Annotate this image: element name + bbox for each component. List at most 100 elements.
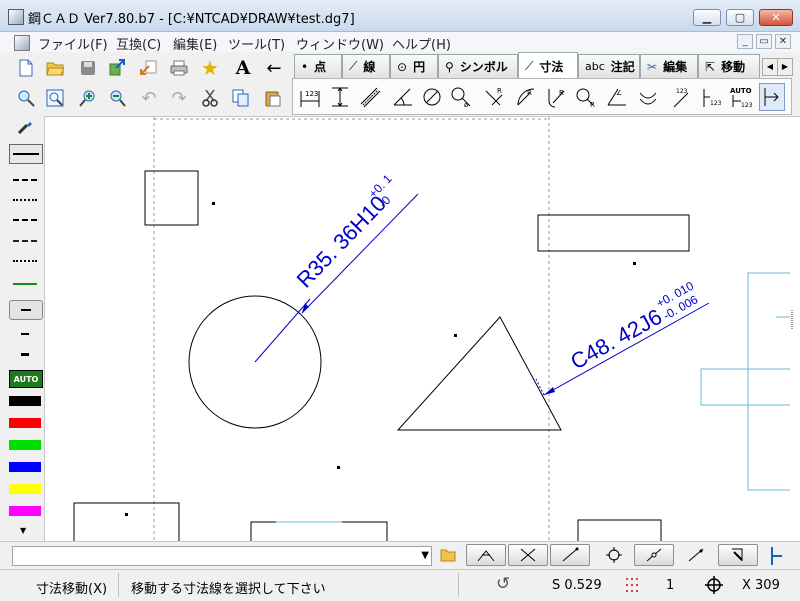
- line-weight-medium[interactable]: [9, 300, 43, 320]
- snap-midpoint-button[interactable]: [550, 544, 590, 566]
- line-weight-thick[interactable]: [9, 346, 41, 362]
- zoom-in-icon[interactable]: [77, 87, 99, 109]
- arrow-left-icon[interactable]: ←: [263, 57, 285, 79]
- snap-nearest-button[interactable]: [634, 544, 674, 566]
- mdi-restore-button[interactable]: ▭: [756, 34, 772, 49]
- command-input[interactable]: ▼: [12, 546, 432, 566]
- paste-icon[interactable]: [262, 87, 284, 109]
- tab-move[interactable]: ⇱ 移動: [698, 54, 760, 78]
- line-style-dashed[interactable]: [9, 172, 41, 188]
- tab-scroll-right-button[interactable]: ▶: [777, 58, 793, 76]
- open-folder-icon[interactable]: [437, 545, 459, 565]
- color-black[interactable]: [9, 396, 41, 406]
- radius-dim-icon[interactable]: R: [481, 83, 507, 111]
- app-icon[interactable]: [8, 9, 24, 25]
- print-icon[interactable]: [168, 57, 190, 79]
- tab-dimension[interactable]: ⟋ 寸法: [518, 52, 578, 79]
- dimension-icon: ⟋: [525, 58, 534, 73]
- auto-color-button[interactable]: AUTO: [9, 370, 43, 388]
- new-file-icon[interactable]: [15, 57, 37, 79]
- zoom-window-icon[interactable]: [15, 87, 37, 109]
- maximize-button[interactable]: ▢: [726, 9, 754, 26]
- menu-window[interactable]: ウィンドウ(W): [296, 34, 384, 53]
- menu-compat[interactable]: 互換(C): [116, 34, 161, 53]
- menu-tools[interactable]: ツール(T): [228, 34, 285, 53]
- diameter-leader-icon[interactable]: ø: [449, 83, 475, 111]
- dimension-move-icon[interactable]: [768, 545, 798, 567]
- ordinate-dim-icon[interactable]: 123: [699, 83, 725, 111]
- tab-edit[interactable]: ✂ 編集: [640, 54, 698, 78]
- radius-leader-icon[interactable]: R: [543, 83, 569, 111]
- menu-edit[interactable]: 編集(E): [173, 34, 217, 53]
- import-icon[interactable]: [138, 57, 160, 79]
- angle-dim-icon[interactable]: [389, 83, 415, 111]
- svg-text:R: R: [590, 101, 595, 109]
- grid-icon[interactable]: [625, 576, 639, 594]
- diameter-dim-icon[interactable]: [419, 83, 445, 111]
- canvas-scroll-grip[interactable]: [785, 270, 799, 350]
- line-style-fine-dash[interactable]: [9, 233, 41, 249]
- rotate-icon[interactable]: ↺: [496, 574, 510, 594]
- document-icon[interactable]: [14, 35, 30, 51]
- color-red[interactable]: [9, 418, 41, 428]
- circle-icon: ⊙: [397, 59, 408, 74]
- color-green[interactable]: [9, 440, 41, 450]
- snap-endpoint-button[interactable]: [466, 544, 506, 566]
- color-blue[interactable]: [9, 462, 41, 472]
- window-title: 鋼ＣＡＤ Ver7.80.b7 - [C:¥NTCAD¥DRAW¥test.dg…: [28, 12, 355, 27]
- status-scale: S 0.529: [552, 578, 602, 593]
- point-icon: •: [301, 59, 309, 74]
- open-folder-icon[interactable]: [44, 57, 66, 79]
- mdi-close-button[interactable]: ✕: [775, 34, 791, 49]
- radius-point-icon[interactable]: R: [573, 83, 599, 111]
- tab-scroll-left-button[interactable]: ◀: [762, 58, 778, 76]
- arc-length-icon[interactable]: [635, 83, 661, 111]
- menu-help[interactable]: ヘルプ(H): [392, 34, 451, 53]
- angle-arc-icon[interactable]: ∠: [603, 83, 629, 111]
- snap-center-button[interactable]: [594, 544, 634, 566]
- aligned-dim-icon[interactable]: [357, 83, 383, 111]
- auto-dim-icon[interactable]: AUTO 123: [729, 83, 755, 111]
- serial-dim-icon[interactable]: 123: [667, 83, 693, 111]
- text-icon[interactable]: A: [232, 57, 254, 79]
- dimension-move-icon[interactable]: [759, 83, 785, 111]
- copy-icon[interactable]: [230, 87, 252, 109]
- tab-circle[interactable]: ⊙ 円: [390, 54, 438, 78]
- tab-line[interactable]: ⟋ 線: [342, 54, 390, 78]
- radius-arc-icon[interactable]: R: [513, 83, 539, 111]
- cut-icon[interactable]: [199, 87, 221, 109]
- tab-annotation[interactable]: abc 注記: [578, 54, 640, 78]
- drawing-canvas[interactable]: R35. 36H10 +0. 1 -0 C48. 42J6 +0. 010 -0…: [46, 117, 790, 541]
- save-icon[interactable]: [77, 57, 99, 79]
- snap-free-button[interactable]: [676, 544, 716, 566]
- chevron-down-icon[interactable]: ▼: [421, 550, 429, 561]
- color-yellow[interactable]: [9, 484, 41, 494]
- snap-intersection-button[interactable]: [508, 544, 548, 566]
- favorite-star-icon[interactable]: ★: [199, 56, 221, 80]
- rect-bottom-right: [577, 519, 662, 541]
- tab-symbol[interactable]: ⚲ シンボル: [438, 54, 518, 78]
- tab-point[interactable]: • 点: [294, 54, 342, 78]
- zoom-select-icon[interactable]: [44, 87, 66, 109]
- undo-icon[interactable]: ↶: [138, 87, 160, 109]
- eyedropper-icon[interactable]: [9, 119, 41, 135]
- menu-file[interactable]: ファイル(F): [38, 34, 108, 53]
- line-style-solid-thick[interactable]: [9, 144, 43, 164]
- status-x-coordinate: X 309: [742, 578, 780, 593]
- minimize-button[interactable]: ▁: [693, 9, 721, 26]
- palette-scroll-down-icon[interactable]: ▼: [20, 526, 26, 535]
- vertical-dim-icon[interactable]: [327, 83, 353, 111]
- mdi-minimize-button[interactable]: _: [737, 34, 753, 49]
- line-style-fine-dot[interactable]: [9, 253, 41, 269]
- line-style-green[interactable]: [9, 276, 41, 292]
- zoom-out-icon[interactable]: [106, 87, 128, 109]
- line-style-dash-dot[interactable]: [9, 212, 41, 228]
- line-weight-thin[interactable]: [9, 326, 41, 342]
- redo-icon[interactable]: ↷: [168, 87, 190, 109]
- horizontal-dim-icon[interactable]: 123: [297, 83, 323, 111]
- close-button[interactable]: ✕: [759, 9, 793, 26]
- line-style-dotted[interactable]: [9, 192, 41, 208]
- snap-mode-button[interactable]: [718, 544, 758, 566]
- color-magenta[interactable]: [9, 506, 41, 516]
- export-icon[interactable]: [106, 57, 128, 79]
